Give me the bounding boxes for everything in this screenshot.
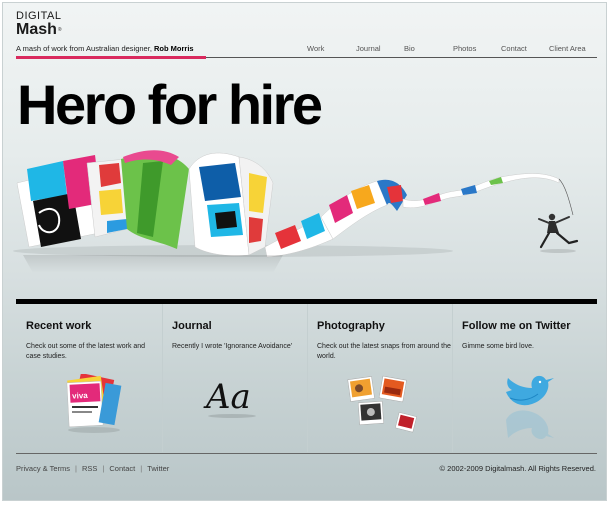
footer-link-rss[interactable]: RSS bbox=[82, 464, 97, 473]
logo-line2: Mash® bbox=[16, 22, 62, 38]
logo-mash: Mash bbox=[16, 21, 57, 39]
magazines-icon[interactable]: viva bbox=[58, 374, 128, 436]
twitter-title[interactable]: Follow me on Twitter bbox=[462, 320, 571, 332]
site-logo[interactable]: DIGITAL Mash® bbox=[16, 11, 62, 38]
handwritten-aa-text: Aa bbox=[203, 377, 251, 417]
photos-icon[interactable] bbox=[347, 374, 421, 436]
footer-links: Privacy & Terms | RSS | Contact | Twitter bbox=[16, 464, 169, 473]
hero-ribbon-illustration bbox=[13, 150, 579, 273]
twitter-bird-icon[interactable] bbox=[500, 374, 556, 440]
section-photography[interactable]: Photography Check out the latest snaps f… bbox=[307, 304, 452, 454]
handwritten-aa-icon[interactable]: Aa bbox=[202, 372, 266, 422]
nav-photos[interactable]: Photos bbox=[453, 44, 476, 53]
footer-separator: | bbox=[75, 464, 77, 473]
footer-rule bbox=[16, 453, 597, 454]
photography-text: Check out the latest snaps from around t… bbox=[317, 343, 451, 360]
page: DIGITAL Mash® A mash of work from Austra… bbox=[2, 2, 607, 501]
journal-title[interactable]: Journal bbox=[172, 320, 212, 332]
tagline-text: A mash of work from Australian designer, bbox=[16, 44, 154, 53]
section-recent-work[interactable]: Recent work Check out some of the latest… bbox=[16, 304, 161, 454]
journal-text: Recently I wrote 'Ignorance Avoidance' bbox=[172, 343, 293, 350]
tagline-designer-name: Rob Morris bbox=[153, 44, 194, 53]
footer-separator: | bbox=[102, 464, 105, 473]
magazine-cover-text: viva bbox=[72, 391, 89, 401]
accent-bar bbox=[16, 56, 206, 59]
footer-link-contact[interactable]: Contact bbox=[109, 464, 135, 473]
footer-link-privacy[interactable]: Privacy & Terms bbox=[16, 464, 70, 473]
footer-link-twitter[interactable]: Twitter bbox=[147, 464, 169, 473]
nav-bio[interactable]: Bio bbox=[404, 44, 415, 53]
tagline: A mash of work from Australian designer,… bbox=[16, 44, 194, 53]
logo-registered: ® bbox=[57, 27, 62, 33]
photography-title[interactable]: Photography bbox=[317, 320, 385, 332]
hero-title: Hero for hire bbox=[17, 73, 323, 136]
recent-work-text: Check out some of the latest work and ca… bbox=[26, 343, 146, 360]
twitter-text: Gimme some bird love. bbox=[462, 343, 534, 350]
runner-figure bbox=[538, 213, 579, 253]
footer-separator: | bbox=[140, 464, 143, 473]
recent-work-title[interactable]: Recent work bbox=[26, 320, 91, 332]
header-rule bbox=[206, 57, 597, 58]
nav-client-area[interactable]: Client Area bbox=[549, 44, 586, 53]
nav-journal[interactable]: Journal bbox=[356, 44, 381, 53]
section-journal[interactable]: Journal Recently I wrote 'Ignorance Avoi… bbox=[162, 304, 307, 454]
nav-work[interactable]: Work bbox=[307, 44, 324, 53]
copyright-notice: © 2002-2009 Digitalmash. All Rights Rese… bbox=[439, 464, 596, 473]
section-twitter[interactable]: Follow me on Twitter Gimme some bird lov… bbox=[452, 304, 597, 454]
nav-contact[interactable]: Contact bbox=[501, 44, 527, 53]
